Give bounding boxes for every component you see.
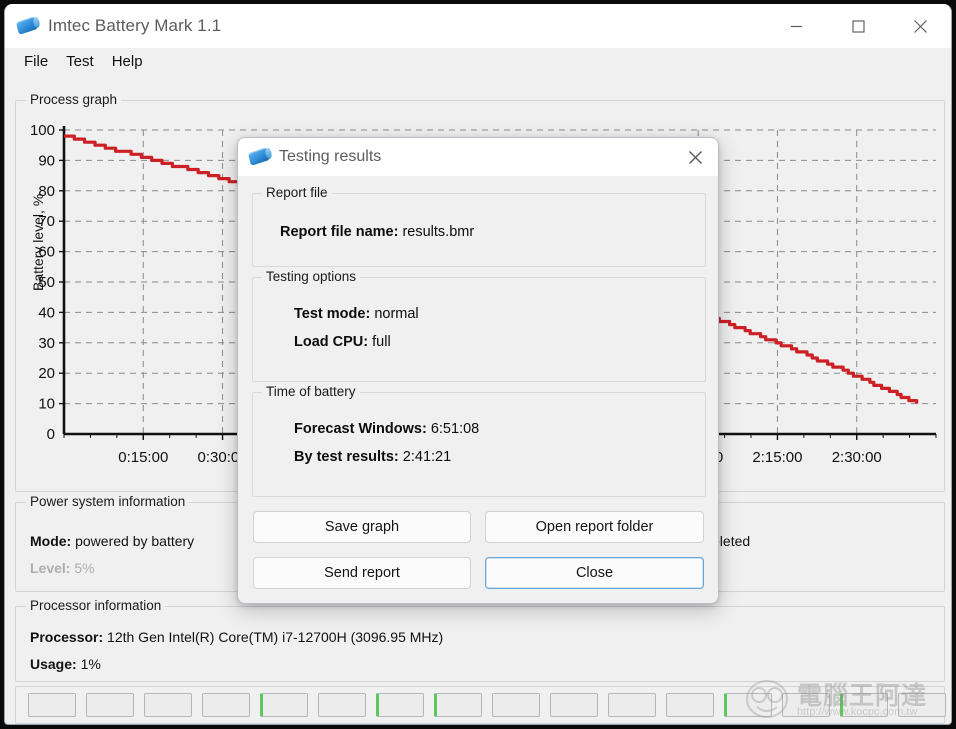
forecast-windows-row: Forecast Windows: 6:51:08: [294, 421, 479, 437]
application-window: Imtec Battery Mark 1.1 File Test Help Pr…: [4, 4, 952, 725]
svg-text:20: 20: [38, 365, 55, 382]
svg-text:50: 50: [38, 274, 55, 291]
cpu-core-box: [260, 693, 308, 717]
svg-text:80: 80: [38, 183, 55, 200]
usage-label: Usage:: [30, 656, 77, 672]
maximize-button[interactable]: [827, 4, 889, 48]
window-title: Imtec Battery Mark 1.1: [48, 16, 222, 35]
test-mode-label: Test mode:: [294, 306, 371, 322]
menu-item-file[interactable]: File: [15, 51, 57, 72]
by-test-results-value: 2:41:21: [402, 449, 452, 465]
testing-options-group-title: Testing options: [262, 269, 361, 284]
load-cpu-label: Load CPU:: [294, 334, 369, 350]
send-report-button[interactable]: Send report: [253, 557, 471, 589]
svg-text:90: 90: [38, 152, 55, 169]
power-mode-label: Mode:: [30, 533, 72, 549]
processor-value: 12th Gen Intel(R) Core(TM) i7-12700H (30…: [107, 629, 444, 645]
minimize-button[interactable]: [765, 4, 827, 48]
test-mode-value: normal: [374, 306, 419, 322]
power-level-row: Level: 5%: [30, 560, 95, 576]
processor-information-title: Processor information: [26, 598, 166, 613]
report-file-name-row: Report file name: results.bmr: [280, 224, 474, 240]
processor-row: Processor: 12th Gen Intel(R) Core(TM) i7…: [30, 629, 443, 645]
by-test-results-row: By test results: 2:41:21: [294, 449, 451, 465]
by-test-results-label: By test results:: [294, 449, 399, 465]
window-controls: [765, 4, 951, 48]
svg-text:10: 10: [38, 396, 55, 413]
svg-text:2:30:00: 2:30:00: [832, 449, 882, 466]
cpu-core-box: [666, 693, 714, 717]
close-dialog-button[interactable]: Close: [485, 557, 704, 589]
svg-text:30: 30: [38, 335, 55, 352]
testing-options-group: Testing options Test mode: normal Load C…: [252, 269, 706, 382]
processor-information-group: Processor information Processor: 12th Ge…: [15, 598, 945, 682]
processor-label: Processor:: [30, 629, 104, 645]
cpu-core-box: [724, 693, 772, 717]
usage-value: 1%: [80, 656, 101, 672]
power-mode-value: powered by battery: [75, 533, 195, 549]
dialog-title-bar: Testing results: [238, 138, 718, 176]
dialog-close-button[interactable]: [672, 138, 718, 176]
svg-text:2:15:00: 2:15:00: [752, 449, 802, 466]
cpu-core-box: [376, 693, 424, 717]
report-file-name-label: Report file name:: [280, 224, 399, 240]
testing-results-dialog: Testing results Report file Report file …: [237, 137, 719, 604]
test-mode-row: Test mode: normal: [294, 306, 419, 322]
power-system-information-title: Power system information: [26, 494, 190, 509]
menu-item-help[interactable]: Help: [103, 51, 152, 72]
svg-text:0: 0: [47, 426, 55, 443]
forecast-windows-value: 6:51:08: [430, 421, 480, 437]
power-mode-row: Mode: powered by battery: [30, 533, 194, 549]
cpu-core-box: [840, 693, 888, 717]
cpu-core-box: [782, 693, 830, 717]
cpu-core-box: [898, 693, 946, 717]
svg-text:60: 60: [38, 244, 55, 261]
svg-text:70: 70: [38, 213, 55, 230]
chart-y-tick-labels: 10 20 30 40 50 60 70 80 90 100 0: [30, 122, 55, 443]
cpu-core-box: [550, 693, 598, 717]
usage-row: Usage: 1%: [30, 656, 101, 672]
report-file-name-value: results.bmr: [402, 224, 475, 240]
cpu-core-box: [144, 693, 192, 717]
cpu-core-box: [492, 693, 540, 717]
time-of-battery-group: Time of battery Forecast Windows: 6:51:0…: [252, 384, 706, 497]
cpu-core-box: [608, 693, 656, 717]
title-bar: Imtec Battery Mark 1.1: [5, 4, 951, 48]
battery-icon: [247, 147, 271, 167]
load-cpu-value: full: [372, 334, 391, 350]
open-report-folder-button[interactable]: Open report folder: [485, 511, 704, 543]
battery-icon: [15, 15, 39, 37]
cpu-core-list: [28, 693, 951, 717]
power-level-value: 5%: [74, 560, 95, 576]
dialog-title: Testing results: [279, 148, 382, 165]
menu-bar: File Test Help: [5, 48, 951, 74]
report-file-group: Report file Report file name: results.bm…: [252, 185, 706, 267]
report-file-group-title: Report file: [262, 185, 332, 200]
time-of-battery-group-title: Time of battery: [262, 384, 360, 399]
cpu-core-box: [28, 693, 76, 717]
svg-text:40: 40: [38, 304, 55, 321]
svg-text:100: 100: [30, 122, 55, 139]
cpu-core-box: [202, 693, 250, 717]
menu-item-test[interactable]: Test: [57, 51, 103, 72]
power-level-label: Level:: [30, 560, 71, 576]
load-cpu-row: Load CPU: full: [294, 334, 391, 350]
forecast-windows-label: Forecast Windows:: [294, 421, 427, 437]
svg-text:0:15:00: 0:15:00: [118, 449, 168, 466]
cpu-core-box: [318, 693, 366, 717]
cpu-core-indicators-group: [15, 686, 946, 724]
cpu-core-box: [434, 693, 482, 717]
cpu-core-box: [86, 693, 134, 717]
save-graph-button[interactable]: Save graph: [253, 511, 471, 543]
close-button[interactable]: [889, 4, 951, 48]
